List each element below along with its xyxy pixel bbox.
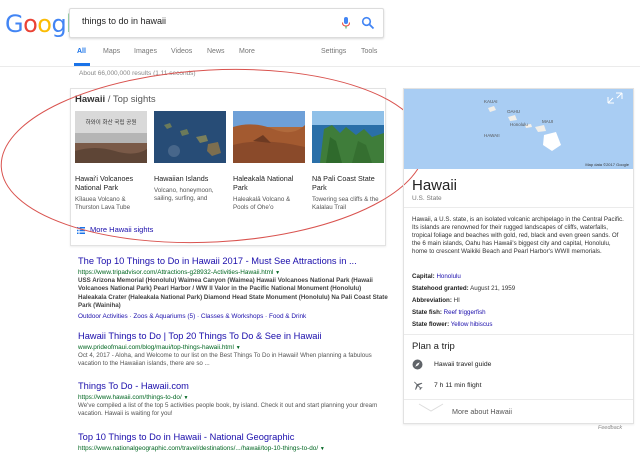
sight-image-caption: 하와이 화산 국립 공원	[86, 118, 137, 126]
result-url[interactable]: www.prideofmaui.com/blog/maui/top-things…	[78, 344, 388, 351]
search-tabs: All Maps Images Videos News More Setting…	[0, 44, 640, 67]
sight-name: Haleakalā National Park	[233, 174, 294, 192]
tab-videos[interactable]: Videos	[171, 48, 192, 55]
sight-card-hawaiian-islands[interactable]: Hawaiian Islands Volcano, honeymoon, sai…	[154, 111, 226, 203]
more-sights-label: More Hawaii sights	[90, 225, 154, 234]
map-label-kauai: KAUAI	[484, 99, 498, 104]
sight-card-haleakala[interactable]: Haleakalā National Park Haleakalā Volcan…	[233, 111, 305, 212]
kp-divider	[404, 334, 633, 335]
active-tab-indicator	[74, 63, 90, 66]
flight-label: 7 h 11 min flight	[434, 382, 482, 389]
search-result: The Top 10 Things to Do in Hawaii 2017 -…	[78, 256, 388, 320]
more-sights-link[interactable]: More Hawaii sights	[77, 225, 153, 234]
tab-images[interactable]: Images	[134, 48, 157, 55]
kp-subtitle: U.S. State	[412, 195, 442, 202]
top-sights-card: Hawaii / Top sights 하와이 화산 국립 공원 Hawai'i…	[70, 88, 386, 246]
sight-name: Hawai'i Volcanoes National Park	[75, 174, 134, 192]
knowledge-panel: KAUAI OAHU Honolulu MAUI HAWAII Map data…	[403, 88, 634, 424]
result-title-link[interactable]: Hawaii Things to Do | Top 20 Things To D…	[78, 331, 388, 342]
top-sights-title: Hawaii / Top sights	[75, 94, 156, 105]
kp-description: Hawaii, a U.S. state, is an isolated vol…	[412, 216, 624, 255]
search-result: Things To Do - Hawaii.com https://www.ha…	[78, 381, 388, 419]
sight-image-haleakala	[233, 111, 305, 163]
kp-map[interactable]: KAUAI OAHU Honolulu MAUI HAWAII Map data…	[404, 89, 633, 169]
result-url[interactable]: https://www.tripadvisor.com/Attractions-…	[78, 269, 388, 276]
sight-subtitle: Volcano, honeymoon, sailing, surfing, an…	[154, 187, 214, 202]
chevron-down-icon	[418, 403, 444, 412]
map-credit: Map data ©2017 Google	[585, 162, 629, 167]
kp-fact-flower: State flower: Yellow hibiscus	[412, 321, 493, 328]
result-snippet: Oct 4, 2017 - Aloha, and Welcome to our …	[78, 352, 372, 368]
sight-image-islands	[154, 111, 226, 163]
url-dropdown-icon: ▼	[183, 395, 189, 401]
result-title-link[interactable]: Top 10 Things to Do in Hawaii - National…	[78, 432, 388, 443]
result-sitelinks[interactable]: Outdoor Activities · Zoos & Aquariums (5…	[78, 313, 388, 320]
kp-divider	[404, 399, 633, 400]
search-box[interactable]	[69, 8, 384, 38]
kp-fact-statehood: Statehood granted: August 21, 1959	[412, 285, 516, 292]
url-dropdown-icon: ▼	[235, 345, 241, 351]
sight-image-napali	[312, 111, 384, 163]
logo-letter: o	[37, 10, 52, 38]
url-dropdown-icon: ▼	[275, 270, 281, 276]
tab-news[interactable]: News	[207, 48, 225, 55]
result-title-link[interactable]: The Top 10 Things to Do in Hawaii 2017 -…	[78, 256, 388, 267]
list-icon	[77, 226, 85, 234]
kp-fact-link[interactable]: Reef triggerfish	[444, 309, 486, 316]
microphone-icon[interactable]	[339, 16, 353, 30]
sight-subtitle: Towering sea cliffs & the Kalalau Trail	[312, 196, 379, 211]
travel-guide-label: Hawaii travel guide	[434, 361, 492, 368]
sight-name: Nā Pali Coast State Park	[312, 174, 375, 192]
result-snippet: USS Arizona Memorial (Honolulu) Waimea C…	[78, 277, 388, 310]
logo-letter: g	[51, 10, 67, 38]
kp-fact-fish: State fish: Reef triggerfish	[412, 309, 486, 316]
logo-letter: G	[5, 10, 24, 38]
sight-subtitle: Kīlauea Volcano & Thurston Lava Tube	[75, 196, 131, 211]
search-result: Top 10 Things to Do in Hawaii - National…	[78, 432, 388, 452]
sight-image-volcanoes: 하와이 화산 국립 공원	[75, 111, 147, 163]
result-snippet: We've compiled a list of the top 5 activ…	[78, 402, 378, 418]
result-url[interactable]: https://www.nationalgeographic.com/trave…	[78, 445, 388, 452]
sight-card-napali[interactable]: Nā Pali Coast State Park Towering sea cl…	[312, 111, 384, 212]
map-label-hawaii: HAWAII	[484, 133, 500, 138]
kp-fact-link[interactable]: Honolulu	[436, 273, 460, 280]
sight-subtitle: Haleakalā Volcano & Pools of Oheʻo	[233, 196, 291, 211]
tab-maps[interactable]: Maps	[103, 48, 120, 55]
result-stats: About 66,000,000 results (1.11 seconds)	[79, 70, 196, 77]
more-about-link[interactable]: More about Hawaii	[452, 407, 512, 416]
url-dropdown-icon: ▼	[319, 446, 325, 452]
airplane-icon	[414, 381, 423, 391]
tab-settings[interactable]: Settings	[321, 48, 346, 55]
logo-letter: o	[23, 10, 38, 38]
feedback-link[interactable]: Feedback	[598, 425, 622, 431]
tab-all[interactable]: All	[77, 48, 86, 55]
plan-trip-heading: Plan a trip	[412, 341, 455, 352]
tab-more[interactable]: More	[239, 48, 255, 55]
kp-title: Hawaii	[412, 177, 458, 194]
result-title-link[interactable]: Things To Do - Hawaii.com	[78, 381, 388, 392]
kp-fact-capital: Capital: Honolulu	[412, 273, 461, 280]
sight-card-volcanoes[interactable]: 하와이 화산 국립 공원 Hawai'i Volcanoes National …	[75, 111, 147, 212]
kp-fact-link[interactable]: Yellow hibiscus	[451, 321, 493, 328]
map-label-oahu: OAHU	[507, 109, 520, 114]
kp-divider	[404, 207, 633, 208]
search-input[interactable]	[80, 15, 334, 27]
map-label-maui: MAUI	[542, 119, 553, 124]
map-label-honolulu: Honolulu	[510, 122, 528, 127]
sight-name: Hawaiian Islands	[154, 174, 209, 183]
top-sights-heading: / Top sights	[105, 94, 156, 105]
tab-tools[interactable]: Tools	[361, 48, 377, 55]
result-url[interactable]: https://www.hawaii.com/things-to-do/ ▼	[78, 394, 388, 401]
compass-icon	[412, 359, 423, 370]
search-result: Hawaii Things to Do | Top 20 Things To D…	[78, 331, 388, 369]
kp-fact-abbreviation: Abbreviation: HI	[412, 297, 460, 304]
search-icon[interactable]	[361, 16, 375, 30]
top-sights-place[interactable]: Hawaii	[75, 94, 105, 105]
